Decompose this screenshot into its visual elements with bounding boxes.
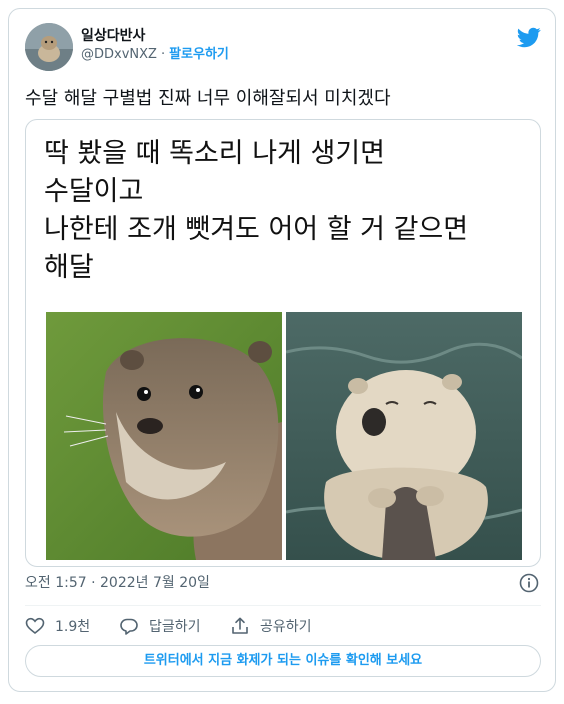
handle-row: @DDxvNXZ · 팔로우하기 — [81, 45, 229, 65]
share-label: 공유하기 — [260, 619, 312, 635]
tweet-timestamp[interactable]: 오전 1:57 · 2022년 7월 20일 — [25, 573, 210, 593]
tweet-header: 일상다반사 @DDxvNXZ · 팔로우하기 — [25, 23, 541, 73]
meme-line: 나한테 조개 뺏겨도 어어 할 거 같으면 — [44, 214, 469, 245]
meme-line: 딱 봤을 때 똑소리 나게 생기면 — [44, 138, 385, 169]
share-button[interactable]: 공유하기 — [230, 613, 312, 639]
follow-link[interactable]: 팔로우하기 — [169, 47, 229, 62]
reply-label: 답글하기 — [149, 619, 201, 635]
heart-icon — [25, 617, 45, 635]
twitter-bird-icon[interactable] — [517, 25, 541, 49]
river-otter-photo — [46, 312, 282, 560]
tweet-text: 수달 해달 구별법 진짜 너무 이해잘되서 미치겠다 — [25, 88, 391, 109]
share-icon — [232, 617, 248, 634]
avatar[interactable] — [25, 23, 73, 71]
tweet-actions: 1.9천 답글하기 공유하기 — [25, 613, 541, 639]
tweet-media[interactable]: 딱 봤을 때 똑소리 나게 생기면 수달이고 나한테 조개 뺏겨도 어어 할 거… — [25, 119, 541, 567]
like-count: 1.9천 — [55, 619, 91, 635]
user-names: 일상다반사 @DDxvNXZ · 팔로우하기 — [81, 27, 229, 65]
display-name[interactable]: 일상다반사 — [81, 27, 229, 45]
separator-dot: · — [160, 47, 166, 62]
info-icon[interactable] — [519, 573, 539, 593]
trending-cta-button[interactable]: 트위터에서 지금 화제가 되는 이슈를 확인해 보세요 — [25, 645, 541, 677]
meme-line: 해달 — [44, 252, 94, 283]
like-button[interactable]: 1.9천 — [25, 613, 90, 639]
meme-line: 수달이고 — [44, 176, 144, 207]
avatar-image — [25, 23, 73, 71]
user-handle[interactable]: @DDxvNXZ — [81, 47, 157, 62]
divider — [25, 605, 541, 606]
tweet-card: 일상다반사 @DDxvNXZ · 팔로우하기 수달 해달 구별법 진짜 너무 이해잘… — [8, 8, 556, 692]
sea-otter-photo — [286, 312, 522, 560]
reply-icon — [120, 618, 138, 635]
reply-button[interactable]: 답글하기 — [119, 613, 201, 639]
